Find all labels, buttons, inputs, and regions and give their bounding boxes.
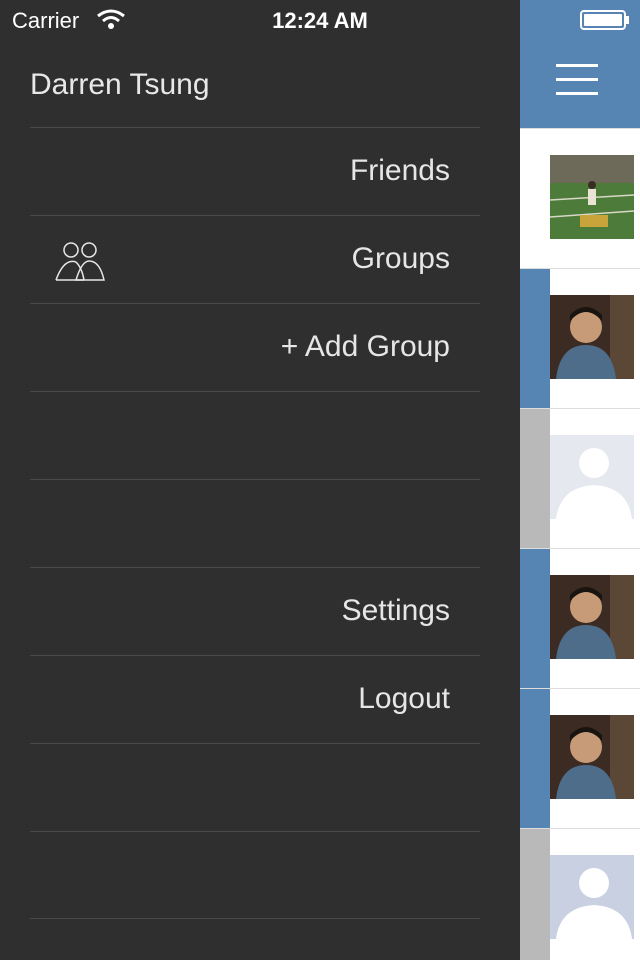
menu-item-label: Groups: [351, 242, 450, 275]
menu-item-groups[interactable]: Groups: [30, 215, 480, 303]
feed-stripe: [520, 549, 550, 688]
groups-icon: [55, 242, 105, 281]
feed-stripe: [520, 829, 550, 960]
feed-item[interactable]: [520, 268, 640, 408]
status-bar: Carrier 12:24 AM: [0, 0, 640, 40]
battery-icon: [580, 10, 629, 30]
feed-stripe: [520, 409, 550, 548]
menu-item-settings[interactable]: Settings: [30, 567, 480, 655]
feed-stripe: [520, 689, 550, 828]
default-avatar-thumb: [550, 855, 634, 939]
person-photo-thumb: [550, 715, 634, 799]
menu-item-add-group[interactable]: + Add Group: [30, 303, 480, 391]
side-menu: Darren Tsung Friends Groups + Add Group …: [0, 0, 520, 960]
feed-stripe: [520, 129, 550, 268]
feed-item[interactable]: [520, 828, 640, 960]
menu-item-friends[interactable]: Friends: [30, 127, 480, 215]
menu-item-label: Friends: [349, 154, 450, 187]
user-name: Darren Tsung: [30, 68, 210, 101]
menu-item-label: + Add Group: [280, 330, 450, 363]
field-photo-thumb: [550, 155, 634, 239]
menu-item-label: Logout: [358, 682, 450, 715]
menu-item-logout[interactable]: Logout: [30, 655, 480, 743]
main-content-peek[interactable]: [520, 0, 640, 960]
feed-item[interactable]: [520, 128, 640, 268]
feed-item[interactable]: [520, 548, 640, 688]
feed-item[interactable]: [520, 408, 640, 548]
feed-stripe: [520, 269, 550, 408]
person-photo-thumb: [550, 295, 634, 379]
menu-item-empty: [30, 479, 480, 567]
menu-item-empty: [30, 743, 480, 831]
hamburger-menu-icon[interactable]: [556, 64, 598, 96]
default-avatar-thumb: [550, 435, 634, 519]
menu-item-empty: [30, 831, 480, 919]
clock: 12:24 AM: [272, 8, 368, 33]
feed-item[interactable]: [520, 688, 640, 828]
person-photo-thumb: [550, 575, 634, 659]
menu-item-empty: [30, 391, 480, 479]
menu-item-label: Settings: [341, 594, 450, 627]
